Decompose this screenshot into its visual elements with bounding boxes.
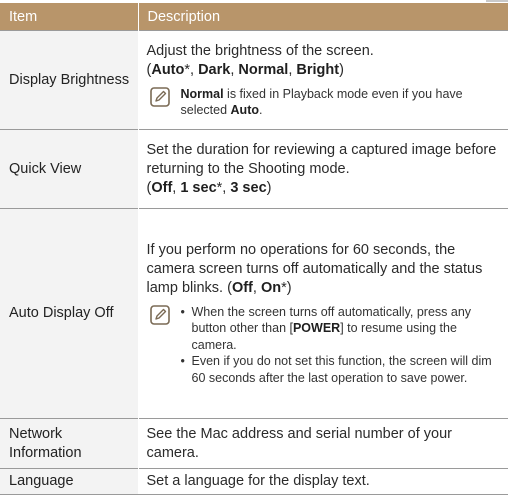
table-row: Language Set a language for the display … (0, 468, 508, 495)
row-item-auto-display-off: Auto Display Off (0, 208, 138, 419)
note-pencil-icon (149, 304, 170, 325)
option-list: (Auto*, Dark, Normal, Bright) (146, 61, 344, 78)
note-bullet: Even if you do not set this function, th… (181, 353, 503, 386)
row-desc-display-brightness: Adjust the brightness of the screen. (Au… (137, 30, 508, 130)
note-bullets: When the screen turns off automatically,… (181, 304, 503, 387)
row-item-network-information: Network Information (0, 418, 138, 469)
table-row: Quick View Set the duration for reviewin… (0, 129, 508, 209)
desc-text: Adjust the brightness of the screen. (146, 42, 374, 59)
row-item-language: Language (0, 468, 138, 495)
table-row: Display Brightness Adjust the brightness… (0, 30, 508, 130)
desc-text: Set the duration for reviewing a capture… (146, 141, 497, 177)
table-row: Auto Display Off If you perform no opera… (0, 208, 508, 419)
header-description: Description (137, 3, 508, 31)
row-desc-network-information: See the Mac address and serial number of… (137, 418, 508, 469)
note-pencil-icon (149, 86, 170, 107)
option-list: (Off, 1 sec*, 3 sec) (146, 179, 272, 196)
note-box: Normal is fixed in Playback mode even if… (147, 86, 503, 119)
desc-text: If you perform no operations for 60 seco… (146, 241, 483, 296)
settings-table: Item Description Display Brightness Adju… (0, 3, 508, 495)
row-desc-quick-view: Set the duration for reviewing a capture… (137, 129, 508, 209)
table-header-row: Item Description (0, 3, 508, 31)
note-text: Normal is fixed in Playback mode even if… (180, 86, 463, 118)
row-item-display-brightness: Display Brightness (0, 30, 138, 130)
row-desc-auto-display-off: If you perform no operations for 60 seco… (137, 208, 508, 419)
header-item: Item (0, 3, 138, 31)
table-row: Network Information See the Mac address … (0, 418, 508, 469)
note-box: When the screen turns off automatically,… (147, 304, 503, 387)
page-corner-mark (486, 0, 508, 2)
row-item-quick-view: Quick View (0, 129, 138, 209)
note-bullet: When the screen turns off automatically,… (181, 304, 503, 354)
row-desc-language: Set a language for the display text. (137, 468, 508, 495)
